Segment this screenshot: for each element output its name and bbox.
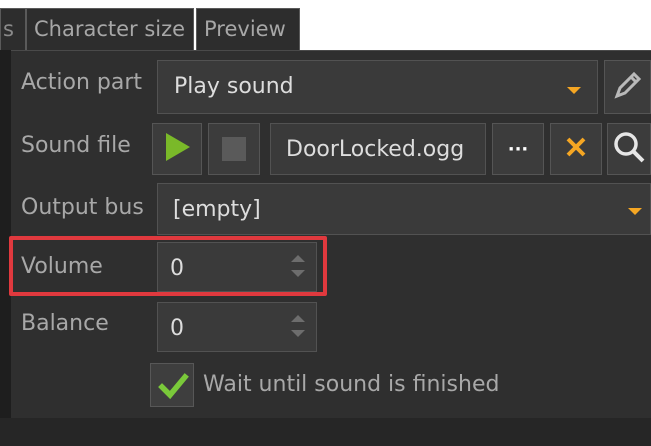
volume-value: 0 — [170, 256, 184, 281]
play-icon — [162, 131, 192, 167]
panel-bottom-area — [0, 418, 651, 446]
chevron-down-icon — [628, 208, 642, 215]
output-bus-label: Output bus — [21, 195, 144, 220]
chevron-down-icon — [567, 87, 581, 94]
clear-button[interactable] — [550, 123, 602, 175]
check-icon — [157, 370, 189, 406]
wait-checkbox[interactable] — [150, 363, 194, 407]
spinner-arrows-icon[interactable] — [291, 255, 305, 279]
balance-label: Balance — [21, 311, 109, 336]
volume-spinbox[interactable]: 0 — [157, 242, 317, 292]
pencil-icon — [611, 68, 645, 106]
volume-label: Volume — [21, 254, 103, 279]
tab-preview[interactable]: Preview — [196, 8, 300, 50]
sound-file-label: Sound file — [21, 133, 131, 158]
stop-icon — [222, 137, 246, 161]
sound-file-field[interactable]: DoorLocked.ogg — [270, 123, 486, 175]
tab-partial[interactable]: s — [0, 8, 26, 50]
output-bus-value: [empty] — [173, 197, 261, 222]
action-part-value: Play sound — [174, 74, 294, 99]
search-button[interactable] — [607, 123, 651, 175]
balance-spinbox[interactable]: 0 — [157, 302, 317, 352]
output-bus-dropdown[interactable]: [empty] — [157, 183, 651, 235]
search-icon — [612, 130, 646, 168]
tab-character-size[interactable]: Character size — [26, 8, 194, 50]
edit-button[interactable] — [604, 60, 651, 114]
stop-button[interactable] — [208, 123, 260, 175]
browse-button[interactable]: ··· — [492, 123, 544, 175]
spinner-arrows-icon[interactable] — [291, 315, 305, 339]
tab-strip-empty — [300, 8, 651, 50]
action-part-dropdown[interactable]: Play sound — [157, 60, 598, 114]
action-part-label: Action part — [21, 70, 143, 95]
balance-value: 0 — [170, 316, 184, 341]
play-button[interactable] — [152, 123, 202, 175]
close-icon — [564, 135, 588, 163]
wait-checkbox-label[interactable]: Wait until sound is finished — [203, 372, 499, 397]
